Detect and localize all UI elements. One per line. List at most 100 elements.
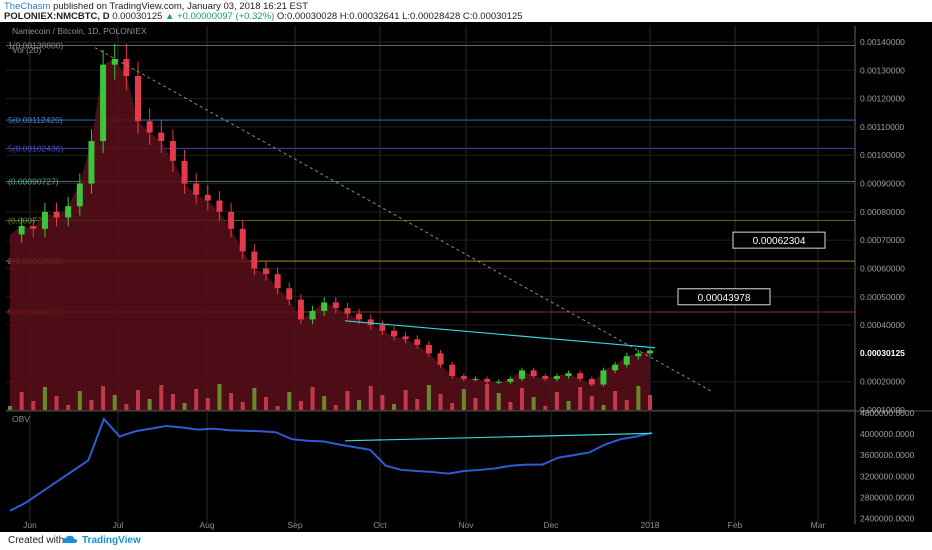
volume-bar: [264, 397, 268, 410]
volume-bar: [357, 400, 362, 410]
obv-y-tick-label: 3600000.0000: [860, 450, 915, 460]
y-tick-label: 0.00120000: [860, 94, 905, 104]
volume-bar: [648, 395, 652, 410]
obv-y-tick-label: 4800000.0000: [860, 408, 915, 418]
obv-y-tick-label: 3200000.0000: [860, 471, 915, 481]
change-value: ▲ +0.00000097 (+0.32%): [165, 11, 275, 22]
volume-bar: [136, 390, 140, 410]
volume-bar: [508, 402, 513, 410]
volume-bar: [77, 391, 82, 410]
candle-body: [391, 330, 397, 337]
volume-bar: [589, 396, 594, 410]
volume-bar: [217, 384, 222, 410]
candle-body: [135, 75, 141, 122]
volume-indicator-label: Vol (20): [12, 45, 41, 55]
x-tick-label: Mar: [811, 520, 826, 530]
y-tick-label: 0.00020000: [860, 377, 905, 387]
x-tick-label: Nov: [458, 520, 474, 530]
fib-level-label: 5(0.00112420): [8, 115, 63, 125]
y-tick-label: 0.00110000: [860, 122, 905, 132]
volume-bar: [380, 395, 385, 410]
price-callout-label: 0.00043978: [698, 293, 751, 304]
candle-body: [41, 211, 48, 229]
volume-bar: [322, 396, 327, 410]
candle-body: [530, 370, 537, 377]
candle-body: [414, 339, 421, 345]
volume-bar: [601, 405, 606, 410]
candle-body: [30, 226, 37, 229]
volume-bar: [159, 385, 164, 410]
candle-body: [553, 376, 560, 379]
candle-body: [647, 350, 653, 354]
volume-bar: [566, 401, 571, 410]
candle-body: [263, 268, 269, 275]
y-tick-label: 0.00060000: [860, 263, 905, 273]
volume-bar: [182, 403, 187, 410]
volume-bar: [531, 397, 536, 410]
candle-body: [274, 274, 281, 289]
candle-body: [76, 183, 83, 207]
candle-body: [216, 200, 223, 212]
volume-bar: [310, 387, 315, 410]
candle-body: [635, 353, 642, 357]
x-tick-label: Dec: [543, 520, 559, 530]
candle-body: [588, 378, 595, 385]
x-tick-label: Jun: [23, 520, 37, 530]
volume-bar: [42, 387, 47, 410]
fib-level-label: 5(0.00102436): [8, 143, 63, 153]
candle-body: [204, 194, 211, 201]
volume-bar: [240, 402, 245, 410]
tradingview-cloud-icon: [62, 535, 78, 543]
volume-bar: [438, 394, 443, 410]
volume-bar: [252, 388, 257, 410]
y-tick-label: 0.00140000: [860, 37, 905, 47]
symbol-label: POLONIEX:NMCBTC, D: [4, 11, 110, 22]
y-tick-label: 0.00090000: [860, 179, 905, 189]
volume-bar: [636, 386, 641, 410]
volume-bar: [229, 393, 234, 410]
ohlc-values: O:0.00030028 H:0.00032641 L:0.00028428 C…: [276, 11, 523, 22]
tradingview-brand: TradingView: [82, 535, 141, 546]
created-with-text: Created with: [8, 535, 65, 546]
candle-body: [367, 319, 374, 326]
candle-body: [297, 299, 304, 320]
candle-body: [100, 64, 107, 142]
volume-bar: [287, 392, 292, 410]
volume-bar: [345, 391, 350, 410]
volume-bar: [392, 404, 396, 410]
candle-body: [344, 308, 351, 314]
volume-bar: [426, 385, 431, 410]
symbol-line: POLONIEX:NMCBTC, D 0.00030125 ▲ +0.00000…: [4, 11, 523, 22]
volume-bar: [613, 391, 618, 410]
candle-body: [600, 370, 607, 385]
candle-body: [286, 288, 293, 300]
volume-bar: [31, 401, 36, 410]
volume-bar: [520, 388, 524, 410]
candle-body: [169, 141, 176, 161]
candle-body: [228, 211, 235, 229]
candle-body: [18, 226, 25, 235]
obv-y-tick-label: 2400000.0000: [860, 514, 915, 524]
y-tick-label: 0.00100000: [860, 150, 905, 160]
volume-bar: [624, 400, 629, 410]
y-tick-label: 0.00050000: [860, 292, 905, 302]
volume-bar: [368, 386, 373, 410]
volume-bar: [66, 405, 71, 410]
last-price: 0.00030125: [112, 11, 163, 22]
y-tick-label: 0.00080000: [860, 207, 905, 217]
volume-bar: [496, 393, 501, 410]
x-tick-label: Sep: [287, 520, 302, 530]
candle-body: [181, 160, 188, 184]
candle-body: [193, 183, 200, 195]
y-tick-label: 0.00040000: [860, 320, 905, 330]
candle-body: [507, 378, 514, 382]
x-tick-label: Oct: [373, 520, 387, 530]
candle-body: [460, 376, 467, 379]
candle-body: [425, 344, 432, 354]
header-bar: TheChasm published on TradingView.com, J…: [0, 0, 932, 22]
volume-bar: [403, 390, 408, 410]
candle-body: [437, 353, 444, 365]
volume-bar: [473, 398, 478, 410]
volume-bar: [101, 386, 106, 410]
candle-body: [519, 370, 525, 379]
